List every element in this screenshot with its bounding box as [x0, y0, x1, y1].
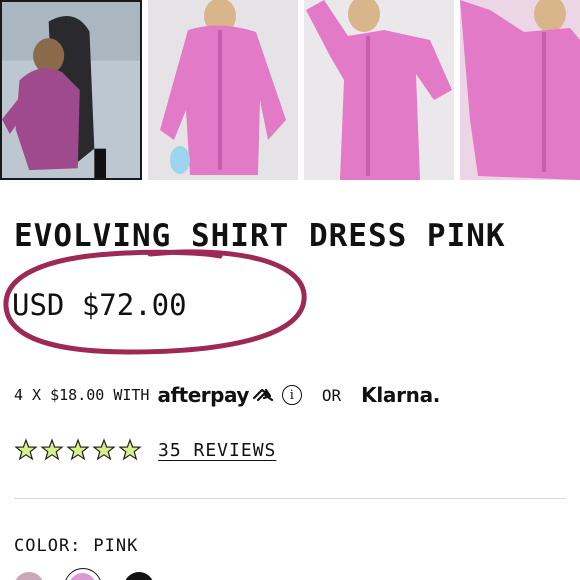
- selected-color-value: PINK: [93, 536, 139, 556]
- star-icon: [66, 438, 90, 461]
- gallery-thumbnail-4[interactable]: [460, 0, 580, 180]
- installment-options: 4 X $18.00 WITH afterpay i OR Klarna.: [14, 382, 440, 408]
- product-photo-pose: [304, 0, 454, 180]
- color-swatch-mauve[interactable]: [14, 572, 44, 580]
- product-title: EVOLVING SHIRT DRESS PINK: [14, 218, 506, 254]
- product-rating: 35 REVIEWS: [14, 438, 276, 462]
- star-icon: [92, 438, 116, 461]
- product-image-gallery: [0, 0, 580, 182]
- section-divider: [14, 498, 566, 499]
- afterpay-logo: afterpay: [157, 383, 249, 407]
- star-icon: [118, 438, 142, 461]
- color-swatches: [0, 568, 580, 580]
- star-icon: [40, 438, 64, 461]
- gallery-thumbnail-3[interactable]: [304, 0, 454, 180]
- color-swatch-pink-selected[interactable]: [64, 568, 102, 580]
- star-icon: [14, 438, 38, 461]
- afterpay-arrows-icon: [252, 388, 273, 402]
- gallery-thumbnail-2[interactable]: [148, 0, 298, 180]
- star-rating: [14, 438, 142, 462]
- color-label: COLOR:: [14, 536, 82, 556]
- color-swatch-black[interactable]: [124, 572, 154, 580]
- product-photo-back: [2, 2, 140, 178]
- color-selector-label: COLOR: PINK: [14, 536, 138, 556]
- gallery-thumbnail-1[interactable]: [0, 0, 142, 180]
- product-price: USD $72.00: [12, 288, 187, 322]
- installment-text: 4 X $18.00 WITH: [14, 386, 150, 404]
- or-separator: OR: [321, 385, 342, 405]
- swatch-fill: [69, 573, 96, 580]
- product-photo-front: [148, 0, 298, 180]
- klarna-logo: Klarna.: [361, 383, 441, 407]
- reviews-link[interactable]: 35 REVIEWS: [158, 440, 276, 461]
- info-circle-icon[interactable]: i: [281, 385, 302, 405]
- product-photo-side: [460, 0, 580, 180]
